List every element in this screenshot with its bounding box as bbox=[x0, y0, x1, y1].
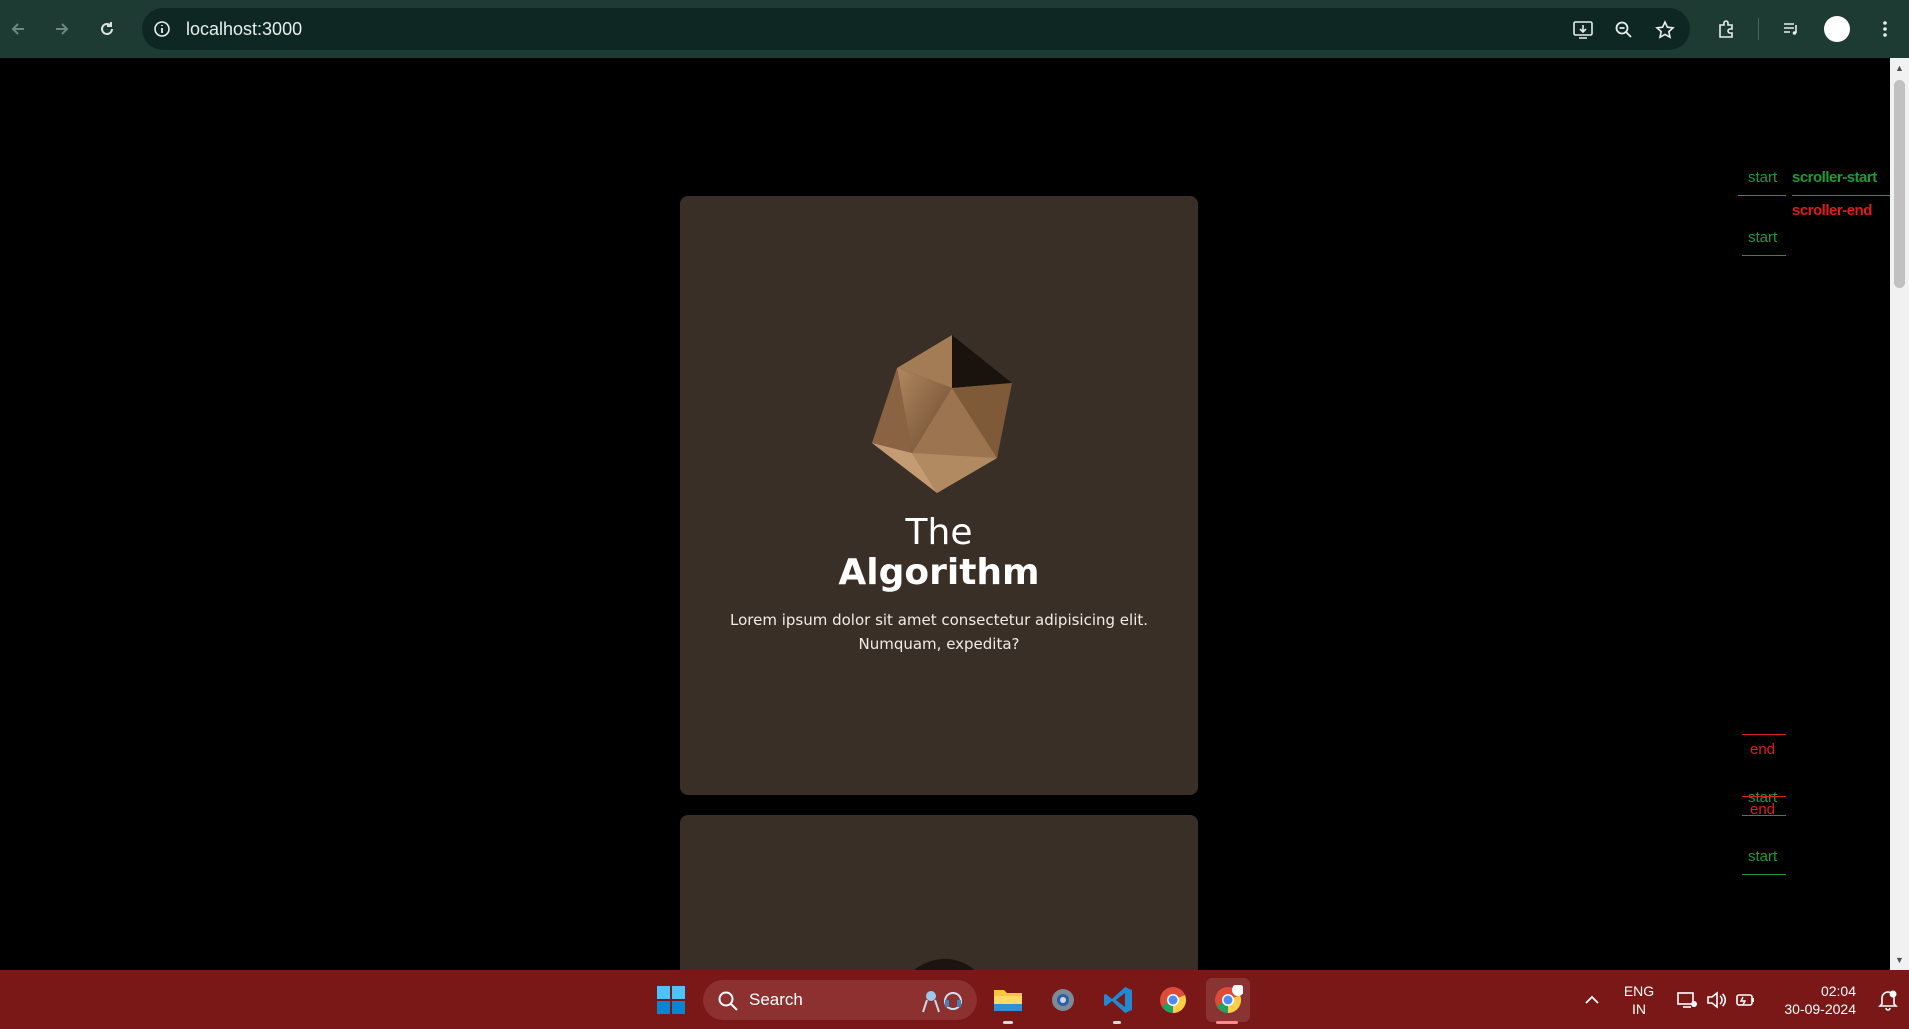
marker-start: start bbox=[1748, 229, 1778, 246]
marker-start: start bbox=[1748, 848, 1778, 865]
taskbar-search[interactable]: Search bbox=[703, 980, 977, 1020]
running-indicator bbox=[1003, 1021, 1013, 1024]
back-icon[interactable] bbox=[2, 13, 34, 45]
site-info-icon[interactable] bbox=[150, 17, 174, 41]
marker-start: start bbox=[1748, 169, 1778, 186]
clock-time: 02:04 bbox=[1820, 983, 1856, 999]
algorithm-card: The Algorithm Lorem ipsum dolor sit amet… bbox=[680, 196, 1198, 795]
toolbar-divider bbox=[1758, 18, 1759, 40]
chrome-icon[interactable] bbox=[1151, 978, 1195, 1022]
card-title-light: The bbox=[905, 512, 973, 553]
settings-icon[interactable] bbox=[1041, 978, 1085, 1022]
clock[interactable]: 02:04 30-09-2024 bbox=[1770, 982, 1856, 1018]
browser-toolbar: localhost:3000 bbox=[0, 0, 1909, 58]
gem-partial-icon bbox=[914, 958, 975, 970]
profile-avatar[interactable] bbox=[1824, 16, 1850, 42]
marker-scroller-end: scroller-end bbox=[1792, 202, 1872, 219]
marker-end-line bbox=[1742, 796, 1786, 797]
language-code: ENG bbox=[1623, 983, 1655, 999]
tray-chevron-icon[interactable] bbox=[1570, 978, 1614, 1022]
marker-start-line bbox=[1742, 255, 1786, 256]
notification-icon[interactable] bbox=[1866, 978, 1909, 1022]
scroll-thumb[interactable] bbox=[1894, 80, 1905, 288]
marker-start-line bbox=[1742, 874, 1786, 875]
icosahedron-icon bbox=[872, 335, 1012, 493]
zoom-icon[interactable] bbox=[1612, 18, 1636, 42]
page-viewport: The Algorithm Lorem ipsum dolor sit amet… bbox=[0, 58, 1890, 970]
more-menu-icon[interactable] bbox=[1869, 13, 1901, 45]
extensions-icon[interactable] bbox=[1710, 13, 1742, 45]
card-description: Lorem ipsum dolor sit amet consectetur a… bbox=[729, 611, 1149, 653]
vscode-icon[interactable] bbox=[1096, 978, 1140, 1022]
search-icon bbox=[718, 991, 738, 1011]
install-app-icon[interactable] bbox=[1571, 18, 1595, 42]
marker-scroller-start-line bbox=[1792, 195, 1890, 196]
file-explorer-icon[interactable] bbox=[986, 978, 1030, 1022]
chrome-active-icon[interactable] bbox=[1206, 978, 1250, 1022]
windows-taskbar: Search ENG IN 02:04 30-09-2024 bbox=[0, 970, 1909, 1029]
forward-icon[interactable] bbox=[46, 13, 78, 45]
region-code: IN bbox=[1632, 1001, 1646, 1017]
marker-end-line bbox=[1742, 734, 1786, 735]
bookmark-star-icon[interactable] bbox=[1653, 18, 1677, 42]
vertical-scrollbar[interactable]: ▲ ▼ bbox=[1890, 58, 1909, 970]
search-highlight-icon bbox=[922, 991, 962, 1013]
media-control-icon[interactable] bbox=[1775, 13, 1807, 45]
windows-start-icon[interactable] bbox=[649, 978, 693, 1022]
battery-icon[interactable] bbox=[1723, 978, 1767, 1022]
card-title-bold: Algorithm bbox=[838, 552, 1040, 593]
url-text[interactable]: localhost:3000 bbox=[186, 19, 302, 40]
address-bar[interactable]: localhost:3000 bbox=[142, 8, 1690, 50]
running-indicator bbox=[1113, 1021, 1121, 1024]
scroll-down-arrow-icon[interactable]: ▼ bbox=[1894, 954, 1905, 966]
active-indicator bbox=[1216, 1021, 1238, 1024]
marker-start-line bbox=[1738, 195, 1786, 196]
marker-scroller-start: scroller-start bbox=[1792, 169, 1877, 186]
marker-end: end bbox=[1750, 741, 1776, 758]
scroll-up-arrow-icon[interactable]: ▲ bbox=[1894, 62, 1905, 74]
search-label: Search bbox=[749, 990, 803, 1009]
second-card bbox=[680, 815, 1198, 970]
reload-icon[interactable] bbox=[91, 13, 123, 45]
marker-start-line bbox=[1742, 815, 1786, 816]
clock-date: 30-09-2024 bbox=[1784, 1001, 1856, 1017]
language-indicator[interactable]: ENG IN bbox=[1618, 982, 1660, 1018]
